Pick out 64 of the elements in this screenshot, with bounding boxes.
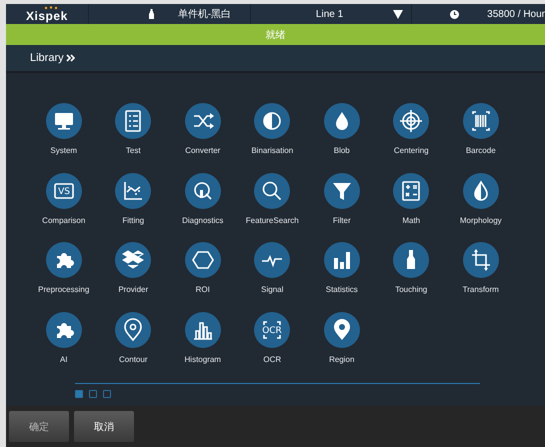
caret-icon <box>393 10 404 18</box>
versus-icon: VS <box>46 172 82 208</box>
library-item[interactable]: Region <box>324 312 360 364</box>
production-rate: 35800 / Hour <box>487 8 545 20</box>
location-pin-icon <box>324 312 360 348</box>
library-item[interactable]: OCR OCR <box>254 312 290 364</box>
library-item[interactable]: Binarisation <box>251 103 294 155</box>
barcode-icon <box>462 103 499 139</box>
bottle-icon <box>393 242 430 278</box>
library-item[interactable]: Histogram <box>184 312 221 364</box>
page-indicator[interactable] <box>103 390 111 398</box>
puzzle-icon <box>46 242 82 278</box>
location-pin-icon <box>115 312 152 348</box>
library-item[interactable]: Contour <box>115 312 152 364</box>
library-item[interactable]: Transform <box>462 242 499 294</box>
library-item[interactable]: Barcode <box>462 103 499 155</box>
library-item[interactable]: AI <box>46 312 82 364</box>
half-circle-icon <box>254 103 290 139</box>
page-indicator[interactable] <box>89 390 97 398</box>
library-item[interactable]: Touching <box>393 242 430 294</box>
library-item[interactable]: Signal <box>254 242 290 294</box>
library-item[interactable]: Converter <box>184 103 221 155</box>
section-title: Library <box>30 52 64 64</box>
drop-icon <box>462 172 499 208</box>
shuffle-icon <box>184 103 221 139</box>
library-item[interactable]: VS Comparison <box>42 172 86 224</box>
library-item[interactable]: Provider <box>115 242 152 294</box>
target-icon <box>393 103 430 139</box>
library-item[interactable]: Test <box>115 103 152 155</box>
box-icon <box>115 242 152 278</box>
bar-chart-icon <box>324 242 360 278</box>
logo-stars-icon <box>44 6 58 10</box>
library-item[interactable]: Math <box>393 172 430 224</box>
drop-icon <box>324 103 360 139</box>
library-item[interactable]: ROI <box>184 242 221 294</box>
pulse-icon <box>254 242 290 278</box>
library-item[interactable]: Morphology <box>460 172 502 224</box>
calculator-icon <box>393 172 430 208</box>
clock-icon <box>450 10 460 18</box>
library-item[interactable]: Filter <box>324 172 360 224</box>
histogram-icon <box>184 312 221 348</box>
library-item[interactable]: System <box>46 103 82 155</box>
action-button[interactable]: 取消 <box>74 411 134 442</box>
puzzle-icon <box>46 312 82 348</box>
monitor-icon <box>46 103 82 139</box>
funnel-icon <box>324 172 360 208</box>
library-item[interactable]: Fitting <box>115 172 152 224</box>
library-item[interactable]: Centering <box>393 103 430 155</box>
scan-frame-icon: OCR <box>254 312 290 348</box>
checklist-icon <box>115 103 152 139</box>
status-text: 就绪 <box>266 28 286 42</box>
crop-icon <box>462 242 499 278</box>
search-icon <box>254 172 290 208</box>
library-item[interactable]: Blob <box>324 103 360 155</box>
library-item[interactable]: Statistics <box>324 242 360 294</box>
library-item[interactable]: Preprocessing <box>38 242 90 294</box>
library-item[interactable]: Diagnostics <box>182 172 224 224</box>
product-name: 单件机-黑白 <box>178 8 232 21</box>
logo: Xispek <box>26 10 68 22</box>
magnifier-icon <box>184 172 221 208</box>
bottle-icon <box>148 9 154 19</box>
scatter-chart-icon <box>115 172 152 208</box>
library-item[interactable]: FeatureSearch <box>246 172 299 224</box>
double-chevron-icon <box>66 54 75 62</box>
